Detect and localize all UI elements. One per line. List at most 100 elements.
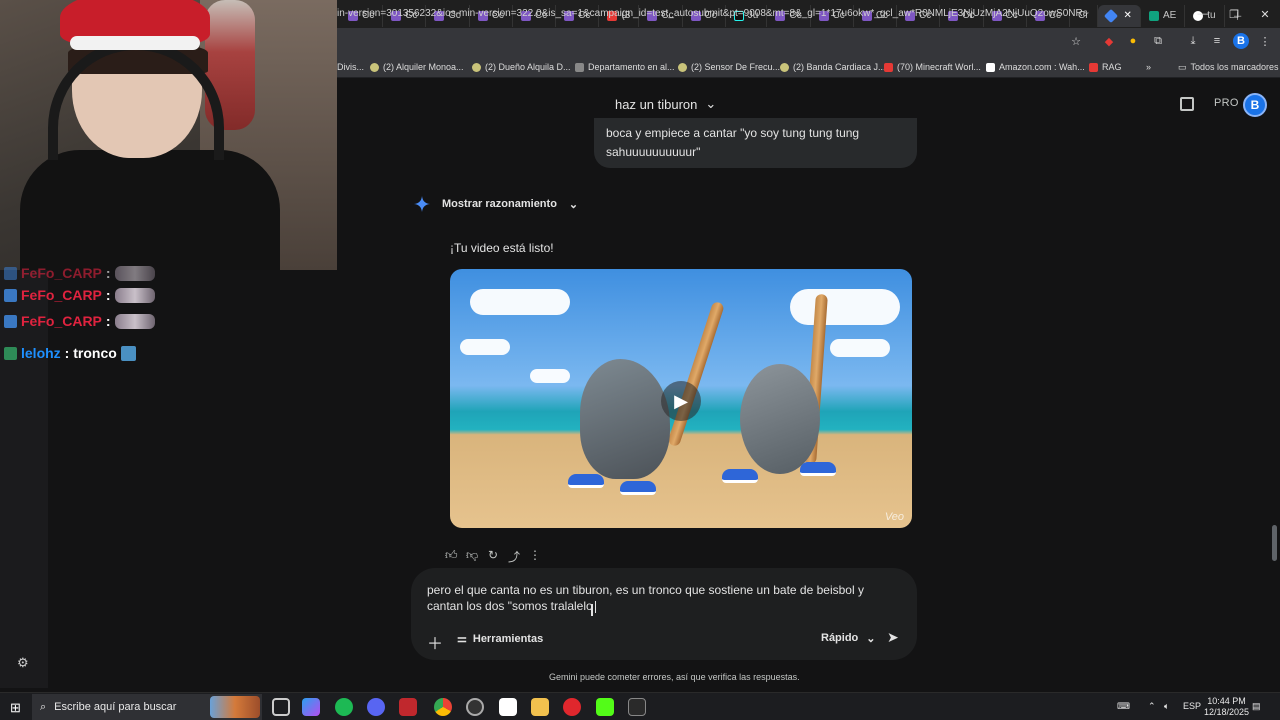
youtube-icon bbox=[1089, 62, 1098, 72]
prompt-input[interactable]: pero el que canta no es un tiburon, es u… bbox=[427, 582, 897, 614]
more-options-icon[interactable]: ⋮ bbox=[529, 548, 541, 565]
epic-games-icon[interactable] bbox=[628, 698, 646, 716]
bookmarks-overflow-icon[interactable]: » bbox=[1146, 59, 1151, 75]
bookmark-star-icon[interactable]: ☆ bbox=[1068, 33, 1084, 49]
model-mode-selector[interactable]: Rápido ⌄ bbox=[821, 632, 876, 645]
bookmark-favicon-icon bbox=[575, 62, 584, 72]
bookmark-item[interactable]: Divis... bbox=[337, 59, 364, 75]
chat-message: FeFo_CARP : bbox=[4, 312, 155, 330]
folder-icon: ▭ bbox=[1178, 61, 1187, 72]
keyboard-icon[interactable]: ⌨ bbox=[1117, 701, 1130, 712]
badge-icon bbox=[4, 346, 17, 360]
app-icon[interactable] bbox=[499, 698, 517, 716]
webcam-overlay bbox=[0, 0, 337, 270]
bookmark-favicon-icon bbox=[472, 62, 481, 72]
extension-icon[interactable]: ◆ bbox=[1101, 33, 1117, 49]
spotify-icon[interactable] bbox=[335, 698, 353, 716]
send-icon[interactable]: ➤ bbox=[887, 629, 899, 646]
bookmark-item[interactable]: Amazon.com : Wah... bbox=[986, 59, 1085, 75]
clock[interactable]: 10:44 PM 12/18/2025 bbox=[1204, 696, 1249, 718]
extensions-puzzle-icon[interactable]: ⧉ bbox=[1150, 33, 1166, 49]
opera-icon[interactable] bbox=[563, 698, 581, 716]
profile-avatar[interactable]: B bbox=[1233, 33, 1249, 49]
badge-icon bbox=[4, 288, 17, 302]
chevron-down-icon: ⌄ bbox=[568, 198, 579, 211]
volume-icon[interactable]: 🔈︎ bbox=[1164, 701, 1169, 712]
tools-button[interactable]: ⚌ Herramientas bbox=[457, 632, 543, 646]
windows-start-icon[interactable]: ⊞ bbox=[10, 700, 21, 716]
bookmark-item[interactable]: (70) Minecraft Worl... bbox=[884, 59, 981, 75]
fish-character bbox=[740, 364, 820, 474]
response-text: ¡Tu video está listo! bbox=[450, 241, 554, 255]
scrollbar-thumb[interactable] bbox=[1272, 525, 1277, 561]
obs-icon[interactable] bbox=[466, 698, 484, 716]
close-tab-icon[interactable]: ✕ bbox=[1124, 10, 1132, 21]
user-message-bubble: boca y empiece a cantar "yo soy tung tun… bbox=[594, 118, 917, 168]
bookmark-item[interactable]: RAG bbox=[1089, 59, 1122, 75]
search-highlight-image bbox=[210, 696, 260, 718]
badge-icon bbox=[4, 314, 17, 328]
bookmark-item[interactable]: (2) Sensor De Frecu... bbox=[678, 59, 780, 75]
file-explorer-icon[interactable] bbox=[531, 698, 549, 716]
bookmark-favicon-icon bbox=[370, 62, 379, 72]
account-avatar[interactable]: B bbox=[1243, 93, 1267, 117]
bookmark-item[interactable]: (2) Banda Cardiaca J... bbox=[780, 59, 886, 75]
thumbs-down-icon[interactable]: 👎︎ bbox=[466, 548, 478, 565]
amazon-icon bbox=[986, 62, 995, 72]
settings-gear-icon[interactable]: ⚙ bbox=[17, 655, 29, 671]
tab-search-icon[interactable]: ≡ bbox=[1209, 33, 1225, 49]
address-bar[interactable]: in-version=301356232&ios-min-version=322… bbox=[337, 4, 1087, 24]
emote-icon bbox=[120, 345, 136, 361]
add-attachment-icon[interactable]: ＋ bbox=[427, 630, 443, 654]
emote-icon bbox=[114, 313, 155, 329]
minimize-icon[interactable]: — bbox=[1188, 0, 1218, 28]
regenerate-icon[interactable]: ↻ bbox=[487, 548, 499, 565]
notifications-icon[interactable]: ▤ bbox=[1252, 701, 1261, 712]
kick-icon[interactable] bbox=[596, 698, 614, 716]
download-icon[interactable]: ⤓ bbox=[1185, 33, 1201, 49]
emote-icon bbox=[114, 265, 155, 281]
screen: Cc Cc Cc Cc Cc Cc (3 Cc Cc Jú Cc Cc Cc C… bbox=[0, 0, 1280, 720]
play-icon[interactable]: ▶ bbox=[661, 381, 701, 421]
browser-tab[interactable]: AE bbox=[1141, 4, 1186, 27]
more-menu-icon[interactable]: ⋮ bbox=[1257, 33, 1273, 49]
close-window-icon[interactable]: ✕ bbox=[1250, 0, 1280, 28]
bookmark-favicon-icon bbox=[780, 62, 789, 72]
share-icon[interactable]: ⤴ bbox=[508, 548, 520, 565]
chat-message: FeFo_CARP : bbox=[4, 264, 155, 282]
mouse-ibeam-cursor bbox=[591, 604, 593, 616]
text-caret bbox=[594, 600, 596, 613]
show-reasoning-toggle[interactable]: Mostrar razonamiento ⌄ bbox=[414, 196, 578, 212]
search-icon: ⌕ bbox=[40, 700, 47, 713]
browser-tab-active[interactable]: ✕ bbox=[1097, 4, 1141, 27]
tab-favicon-icon bbox=[1148, 10, 1159, 21]
shark-character bbox=[580, 359, 670, 479]
thumbs-up-icon[interactable]: 👍︎ bbox=[445, 548, 458, 565]
task-view-icon[interactable] bbox=[272, 698, 290, 716]
chat-message: lelohz : tronco bbox=[4, 344, 136, 362]
copilot-icon[interactable] bbox=[302, 698, 320, 716]
bookmark-item[interactable]: (2) Alquiler Monoa... bbox=[370, 59, 464, 75]
app-icon[interactable] bbox=[399, 698, 417, 716]
bookmark-item[interactable]: Departamento en al... bbox=[575, 59, 675, 75]
tray-overflow-icon[interactable]: ⌃ bbox=[1148, 701, 1156, 712]
restore-icon[interactable]: ❐ bbox=[1219, 0, 1249, 28]
extension-icon[interactable]: ● bbox=[1125, 33, 1141, 49]
share-icon[interactable] bbox=[1180, 97, 1194, 111]
youtube-icon bbox=[884, 62, 893, 72]
disclaimer-text: Gemini puede cometer errores, así que ve… bbox=[549, 672, 800, 682]
conversation-title[interactable]: haz un tiburon ⌄ bbox=[615, 96, 716, 112]
all-bookmarks-folder[interactable]: ▭ Todos los marcadores bbox=[1178, 59, 1279, 75]
generated-video[interactable]: ▶ Veo bbox=[450, 269, 912, 528]
bookmark-favicon-icon bbox=[678, 62, 687, 72]
bookmark-item[interactable]: (2) Dueño Alquila D... bbox=[472, 59, 571, 75]
video-watermark: Veo bbox=[884, 511, 904, 523]
language-indicator[interactable]: ESP bbox=[1183, 701, 1201, 711]
chat-message: FeFo_CARP : bbox=[4, 286, 155, 304]
discord-icon[interactable] bbox=[367, 698, 385, 716]
chrome-icon[interactable] bbox=[434, 698, 452, 716]
badge-icon bbox=[4, 266, 17, 280]
chevron-down-icon: ⌄ bbox=[705, 96, 717, 111]
taskbar-search[interactable]: ⌕ Escribe aquí para buscar bbox=[32, 694, 262, 720]
prompt-composer: pero el que canta no es un tiburon, es u… bbox=[411, 568, 917, 660]
